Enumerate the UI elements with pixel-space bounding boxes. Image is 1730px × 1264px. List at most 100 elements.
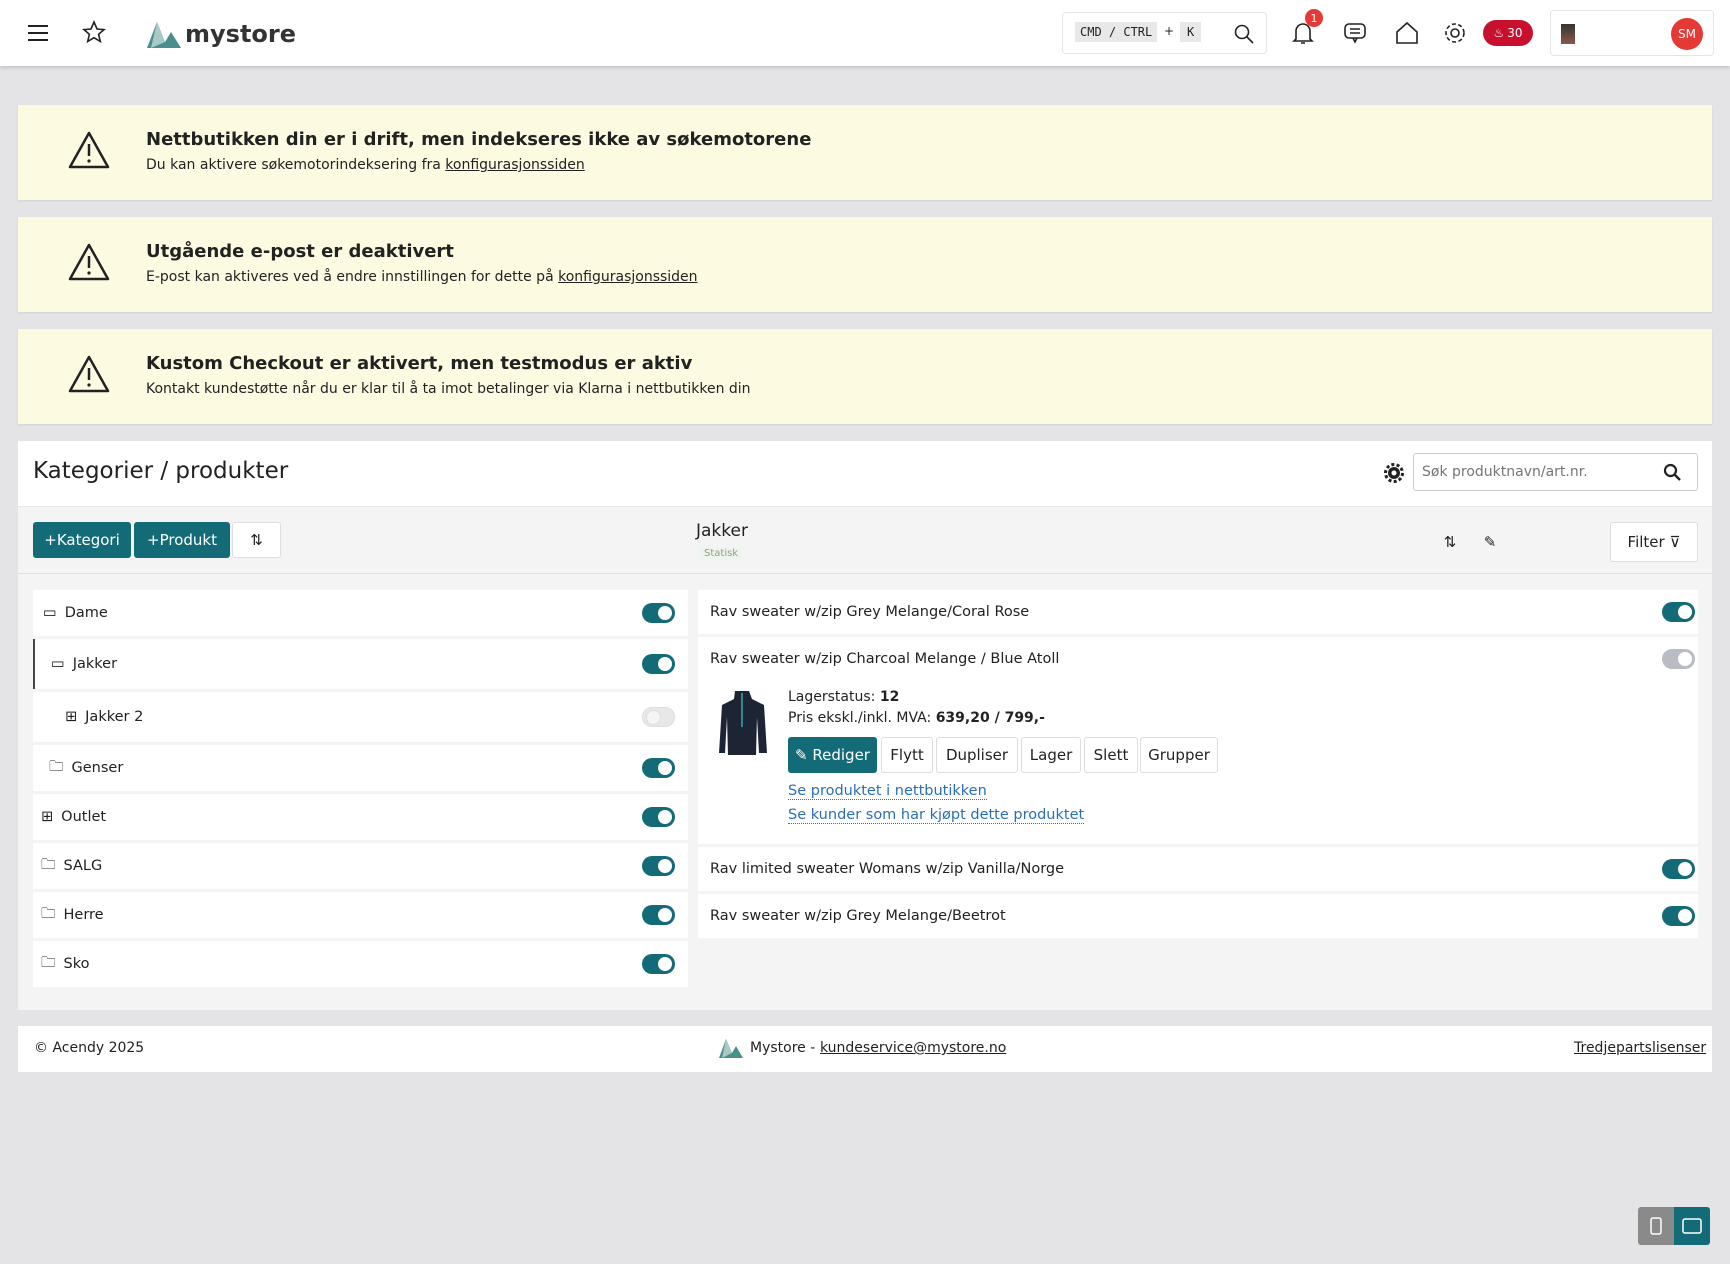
add-product-button[interactable]: + Produkt xyxy=(134,522,230,558)
edit-product-button[interactable]: ✎ Rediger xyxy=(788,737,877,773)
category-item[interactable]: ⊞ Jakker 2 xyxy=(33,692,688,742)
edit-label: Rediger xyxy=(812,746,870,764)
sort-icon: ⇅ xyxy=(250,531,263,549)
config-link[interactable]: konfigurasjonssiden xyxy=(445,157,584,173)
customers-bought-link[interactable]: Se kunder som har kjøpt dette produktet xyxy=(788,807,1085,824)
banner-text: Du kan aktivere søkemotorindeksering fra… xyxy=(146,157,585,173)
product-item[interactable]: Rav sweater w/zip Grey Melange/Coral Ros… xyxy=(698,590,1698,634)
category-toggle[interactable] xyxy=(642,954,675,974)
notification-badge: 1 xyxy=(1305,9,1323,27)
banner-title: Kustom Checkout er aktivert, men testmod… xyxy=(146,353,693,374)
warning-icon xyxy=(68,131,110,169)
product-search-input[interactable] xyxy=(1414,454,1654,490)
search-icon[interactable] xyxy=(1662,462,1682,482)
category-item-selected[interactable]: ▭ Jakker xyxy=(33,639,688,689)
catalog-panel: Kategorier / produkter +Kategori +Produk… xyxy=(18,441,1712,1010)
price-value: 639,20 / 799,- xyxy=(935,710,1045,726)
search-icon[interactable] xyxy=(1233,23,1255,45)
stock-label: Lagerstatus: xyxy=(788,689,880,705)
account-menu[interactable]: SM xyxy=(1550,10,1714,56)
banner-text-body: E-post kan aktiveres ved å endre innstil… xyxy=(146,269,559,285)
category-item[interactable]: ▭ Dame xyxy=(33,590,688,636)
star-icon[interactable] xyxy=(82,20,106,44)
category-item[interactable]: ⊞ Outlet xyxy=(33,794,688,840)
command-search[interactable]: CMD / CTRL + K xyxy=(1062,12,1267,54)
panel-header: Kategorier / produkter xyxy=(18,441,1712,507)
chat-bot-icon[interactable] xyxy=(1342,20,1368,46)
pencil-icon: ✎ xyxy=(1483,533,1497,551)
product-image xyxy=(719,691,767,755)
desktop-view-button[interactable] xyxy=(1674,1207,1710,1245)
warning-icon xyxy=(68,355,110,393)
banner-title: Utgående e-post er deaktivert xyxy=(146,241,454,262)
view-in-store-link[interactable]: Se produktet i nettbutikken xyxy=(788,783,987,800)
sort-products-button[interactable]: ⇅ xyxy=(1434,527,1466,557)
plus-icon: + xyxy=(44,531,57,549)
mystore-logo-icon xyxy=(719,1039,743,1058)
mystore-logo-icon[interactable] xyxy=(145,18,183,50)
category-item[interactable]: 🗀 Sko xyxy=(33,941,688,987)
category-toggle[interactable] xyxy=(642,758,675,778)
category-item[interactable]: 🗀 Herre xyxy=(33,892,688,938)
pencil-icon: ✎ xyxy=(795,746,808,764)
store-thumbnail xyxy=(1561,24,1575,44)
shortcut-cmd: CMD / CTRL xyxy=(1075,22,1158,42)
filter-icon: ⊽ xyxy=(1669,533,1681,551)
product-item[interactable]: Rav limited sweater Womans w/zip Vanilla… xyxy=(698,847,1698,891)
stock-value: 12 xyxy=(879,689,900,705)
product-item[interactable]: Rav sweater w/zip Grey Melange/Beetrot xyxy=(698,894,1698,938)
product-item-expanded[interactable]: Rav sweater w/zip Charcoal Melange / Blu… xyxy=(698,637,1698,844)
points-badge[interactable]: ♨ 30 xyxy=(1483,20,1533,46)
category-toggle[interactable] xyxy=(642,905,675,925)
category-toggle[interactable] xyxy=(642,603,675,623)
home-icon[interactable] xyxy=(1394,20,1420,46)
licenses-link[interactable]: Tredjepartslisenser xyxy=(1574,1040,1706,1056)
category-name: Jakker xyxy=(72,656,118,672)
page-title: Kategorier / produkter xyxy=(33,458,289,484)
product-toggle[interactable] xyxy=(1662,906,1695,926)
delete-button[interactable]: Slett xyxy=(1084,737,1138,773)
settings-gear-icon[interactable] xyxy=(1384,463,1404,483)
sort-categories-button[interactable]: ⇅ xyxy=(232,522,281,558)
gear-icon[interactable] xyxy=(1442,20,1468,46)
mobile-view-button[interactable] xyxy=(1638,1207,1674,1245)
shortcut-plus: + xyxy=(1164,24,1175,38)
category-toggle[interactable] xyxy=(642,707,675,727)
add-product-label: Produkt xyxy=(159,531,217,549)
banner-email: Utgående e-post er deaktivert E-post kan… xyxy=(18,217,1712,312)
category-name: Herre xyxy=(63,907,104,923)
add-category-button[interactable]: + Kategori xyxy=(33,522,131,558)
category-name: Genser xyxy=(71,760,124,776)
config-link[interactable]: konfigurasjonssiden xyxy=(558,269,697,285)
group-button[interactable]: Grupper xyxy=(1140,737,1218,773)
filter-button[interactable]: Filter ⊽ xyxy=(1610,522,1698,562)
edit-category-button[interactable]: ✎ xyxy=(1474,527,1506,557)
category-item[interactable]: 🗀 SALG xyxy=(33,843,688,889)
move-button[interactable]: Flytt xyxy=(881,737,933,773)
product-toggle[interactable] xyxy=(1662,649,1695,669)
stock-button[interactable]: Lager xyxy=(1021,737,1081,773)
brand-name[interactable]: mystore xyxy=(185,20,296,48)
product-toggle[interactable] xyxy=(1662,602,1695,622)
support-email-link[interactable]: kundeservice@mystore.no xyxy=(820,1040,1006,1056)
footer: © Acendy 2025 Mystore - kundeservice@mys… xyxy=(18,1026,1712,1072)
menu-icon[interactable] xyxy=(26,22,50,44)
category-name: Jakker 2 xyxy=(85,709,144,725)
folder-icon: 🗀 xyxy=(49,758,64,775)
divider xyxy=(18,573,1712,574)
product-search[interactable] xyxy=(1413,453,1698,491)
top-bar: mystore CMD / CTRL + K 1 ♨ 30 SM xyxy=(0,0,1730,66)
footer-store: Mystore - xyxy=(750,1040,816,1056)
category-toggle[interactable] xyxy=(642,856,675,876)
folder-icon: 🗀 xyxy=(41,954,56,971)
category-toggle[interactable] xyxy=(642,654,675,674)
expand-icon: ⊞ xyxy=(65,709,78,725)
category-toggle[interactable] xyxy=(642,807,675,827)
category-name: Dame xyxy=(64,605,108,621)
category-item[interactable]: 🗀 Genser xyxy=(33,745,688,791)
price-info: Pris ekskl./inkl. MVA: 639,20 / 799,- xyxy=(788,710,1045,726)
product-toggle[interactable] xyxy=(1662,859,1695,879)
banner-seo: Nettbutikken din er i drift, men indekse… xyxy=(18,105,1712,200)
filter-label: Filter xyxy=(1627,533,1665,551)
duplicate-button[interactable]: Dupliser xyxy=(936,737,1018,773)
